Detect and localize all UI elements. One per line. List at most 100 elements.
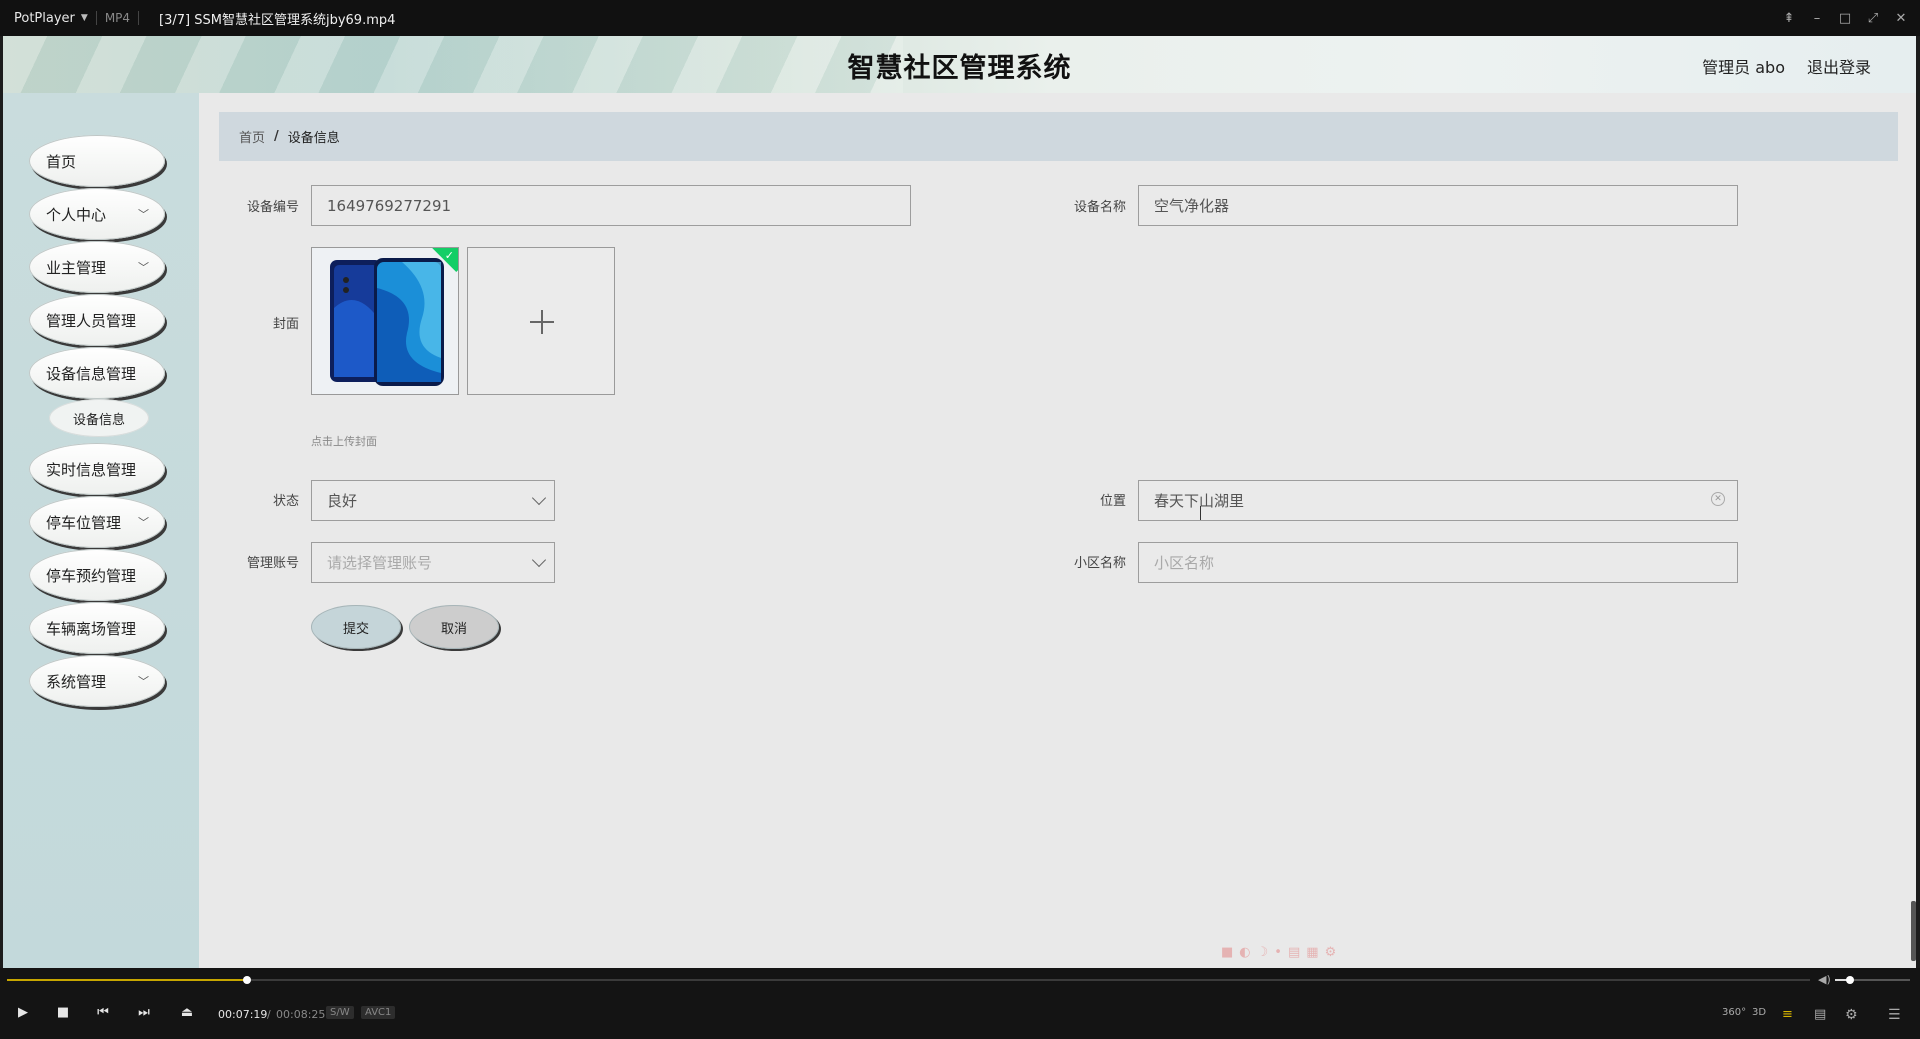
ime-icon: ▤ <box>1287 944 1301 960</box>
subtitle-icon[interactable]: ▤ <box>1814 1007 1826 1022</box>
sidebar-item-parking-reservation[interactable]: 停车预约管理 <box>29 549 165 601</box>
account-select[interactable]: 请选择管理账号 <box>311 542 555 583</box>
chevron-down-icon: ﹀ <box>138 261 149 274</box>
player-title-bar: PotPlayer ▼ MP4 [3/7] SSM智慧社区管理系统jby69.m… <box>0 0 1920 36</box>
breadcrumb-home[interactable]: 首页 <box>239 127 265 146</box>
ime-icon: ■ <box>1221 944 1234 960</box>
settings-icon[interactable]: ⚙ <box>1845 1007 1858 1023</box>
video-area: 智慧社区管理系统 管理员 abo 退出登录 首页 个人中心 ﹀ 业主管理 ﹀ 管… <box>3 36 1916 968</box>
community-label: 小区名称 <box>1073 556 1126 571</box>
sidebar-item-label: 个人中心 <box>46 205 107 224</box>
account-placeholder: 请选择管理账号 <box>327 554 433 572</box>
chevron-down-icon: ﹀ <box>138 675 149 688</box>
clear-icon[interactable]: ✕ <box>1711 492 1725 506</box>
sidebar-subitem-device-info[interactable]: 设备信息 <box>49 399 149 437</box>
next-icon[interactable]: ⏭ <box>135 1005 153 1020</box>
ime-icon: ▦ <box>1306 944 1319 960</box>
total-time: 00:08:25 <box>276 1008 326 1021</box>
chevron-down-icon: ﹀ <box>138 208 149 221</box>
minimize-icon[interactable]: – <box>1810 11 1824 26</box>
device-no-field[interactable]: 1649769277291 <box>311 185 911 226</box>
status-value: 良好 <box>327 492 358 510</box>
check-icon: ✓ <box>444 249 454 262</box>
breadcrumb: 首页 / 设备信息 <box>219 112 1898 161</box>
submit-button[interactable]: 提交 <box>311 605 401 649</box>
sidebar-item-label: 停车位管理 <box>46 513 122 532</box>
stop-icon[interactable]: ■ <box>54 1005 72 1020</box>
sidebar-item-parking[interactable]: 停车位管理 ﹀ <box>29 496 165 548</box>
upload-tip: 点击上传封面 <box>311 435 377 448</box>
sidebar-item-staff[interactable]: 管理人员管理 <box>29 294 165 346</box>
scrollbar[interactable] <box>1911 901 1916 961</box>
device-name-field[interactable]: 空气净化器 <box>1138 185 1738 226</box>
text-cursor <box>1200 506 1201 520</box>
player-controls: ▶ ■ ⏮ ⏭ ⏏ 00:07:19 / 00:08:25 S/W AVC1 3… <box>0 992 1920 1039</box>
cancel-button[interactable]: 取消 <box>409 605 499 649</box>
sidebar-item-realtime[interactable]: 实时信息管理 <box>29 443 165 495</box>
previous-icon[interactable]: ⏮ <box>94 1005 112 1020</box>
sidebar-item-home[interactable]: 首页 <box>29 135 165 187</box>
sidebar-item-profile[interactable]: 个人中心 ﹀ <box>29 188 165 240</box>
sidebar-item-vehicle-exit[interactable]: 车辆离场管理 <box>29 602 165 654</box>
status-select[interactable]: 良好 <box>311 480 555 521</box>
chevron-down-icon <box>531 552 547 568</box>
pin-icon[interactable]: ⇞ <box>1782 11 1796 26</box>
menu-icon[interactable]: ☰ <box>1888 1007 1901 1023</box>
community-field[interactable]: 小区名称 <box>1138 542 1738 583</box>
sidebar-item-system[interactable]: 系统管理 ﹀ <box>29 655 165 707</box>
chevron-down-icon: ﹀ <box>138 516 149 529</box>
close-icon[interactable]: ✕ <box>1894 11 1908 26</box>
chevron-down-icon <box>531 490 547 506</box>
cover-thumbnail[interactable]: ✓ <box>311 247 459 395</box>
sidebar-item-label: 车辆离场管理 <box>46 619 137 638</box>
maximize-icon[interactable]: □ <box>1838 11 1852 26</box>
seek-bar: ◀) <box>0 968 1920 992</box>
sidebar-item-label: 系统管理 <box>46 672 107 691</box>
volume-handle[interactable] <box>1845 976 1854 984</box>
seek-track[interactable] <box>7 976 1810 984</box>
playlist-icon[interactable]: ≡ <box>1782 1007 1793 1022</box>
location-label: 位置 <box>1099 494 1126 509</box>
divider <box>95 11 97 25</box>
device-name-value: 空气净化器 <box>1154 197 1230 215</box>
vr-360-button[interactable]: 360° <box>1722 1007 1746 1018</box>
location-value: 春天下山湖里 <box>1154 492 1245 510</box>
format-label: MP4 <box>104 11 131 25</box>
sw-badge: S/W <box>326 1006 354 1019</box>
ime-toolbar: ■ ◐ ☽ • ▤ ▦ ⚙ <box>1221 943 1427 961</box>
app-header: 智慧社区管理系统 管理员 abo 退出登录 <box>3 36 1916 93</box>
plus-icon <box>541 310 543 334</box>
codec-badge: AVC1 <box>361 1006 396 1019</box>
cover-upload-button[interactable] <box>467 247 615 395</box>
chevron-down-icon[interactable]: ▼ <box>81 13 88 23</box>
3d-button[interactable]: 3D <box>1752 1007 1766 1018</box>
ime-icon: ⚙ <box>1324 944 1337 960</box>
time-separator: / <box>267 1008 271 1021</box>
seek-progress <box>7 979 247 981</box>
sidebar-item-label: 首页 <box>46 152 77 171</box>
seek-handle[interactable] <box>243 976 251 984</box>
window-controls: ⇞ – □ ⤢ ✕ <box>1782 0 1908 36</box>
device-no-value: 1649769277291 <box>327 196 452 215</box>
location-field[interactable]: 春天下山湖里 ✕ <box>1138 480 1738 521</box>
player-menu-button[interactable]: PotPlayer <box>14 11 75 26</box>
community-placeholder: 小区名称 <box>1154 554 1215 572</box>
sidebar-item-label: 设备信息 <box>72 412 125 428</box>
breadcrumb-current: 设备信息 <box>287 131 340 146</box>
fullscreen-icon[interactable]: ⤢ <box>1866 11 1880 26</box>
sidebar-item-devices[interactable]: 设备信息管理 <box>29 347 165 399</box>
logout-link[interactable]: 退出登录 <box>1807 54 1871 78</box>
app-title: 智慧社区管理系统 <box>847 53 1072 84</box>
device-no-label: 设备编号 <box>246 200 299 215</box>
account-label: 管理账号 <box>246 556 299 571</box>
sidebar-item-owners[interactable]: 业主管理 ﹀ <box>29 241 165 293</box>
eject-icon[interactable]: ⏏ <box>178 1005 196 1020</box>
sidebar: 首页 个人中心 ﹀ 业主管理 ﹀ 管理人员管理 设备信息管理 设备信息 实时信息… <box>3 93 199 968</box>
window-title: [3/7] SSM智慧社区管理系统jby69.mp4 <box>159 12 396 28</box>
play-icon[interactable]: ▶ <box>14 1005 32 1020</box>
volume-icon[interactable]: ◀) <box>1818 973 1831 986</box>
sidebar-item-label: 设备信息管理 <box>46 364 137 383</box>
device-name-label: 设备名称 <box>1073 200 1126 215</box>
volume-slider[interactable] <box>1835 976 1910 984</box>
breadcrumb-separator: / <box>274 129 279 144</box>
